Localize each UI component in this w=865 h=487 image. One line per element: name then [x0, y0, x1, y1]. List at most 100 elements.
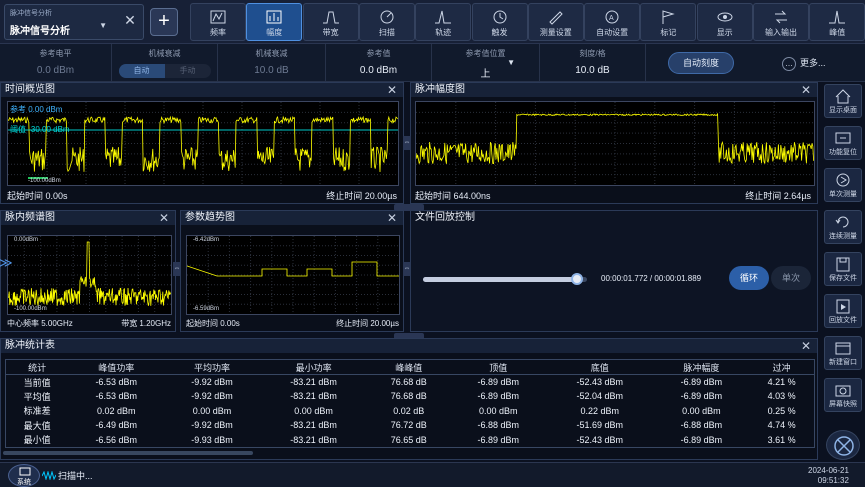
sidebar-label: 单次测量	[829, 191, 857, 198]
toolbar-button-auto[interactable]: A 自动设置	[584, 3, 641, 41]
toolbar-button-marker[interactable]: 标记	[640, 3, 697, 41]
toolbar-label: 峰值	[829, 28, 846, 37]
app-subtitle: 脉冲信号分析	[10, 10, 52, 17]
toolbar-button-meas[interactable]: 测量设置	[527, 3, 584, 41]
add-app-button[interactable]: +	[150, 8, 178, 36]
sidebar-button-screenshot[interactable]: 屏幕快照	[824, 378, 862, 412]
ref-pos-value: 上	[480, 69, 491, 80]
stats-cell: -6.49 dBm	[95, 420, 137, 431]
sidebar-button-new-window[interactable]: 新建窗口	[824, 336, 862, 370]
ref-level-cell[interactable]: 参考电平 0.0 dBm	[0, 44, 112, 82]
ref-value-cell[interactable]: 参考值 0.0 dBm	[326, 44, 432, 82]
stats-header: 脉冲统计表 ✕	[1, 339, 817, 353]
settings-icon[interactable]	[826, 430, 860, 460]
trend-top-label: -6.42dBm	[193, 237, 220, 243]
sidebar-label: 功能复位	[829, 149, 857, 156]
stats-cell: -6.89 dBm	[680, 434, 723, 445]
intra-spectrum-plot[interactable]: 0.00dBm -100.00dBm	[7, 235, 172, 315]
sidebar-button-continuous-measure[interactable]: 连续测量	[824, 210, 862, 244]
trend-trace	[186, 236, 399, 314]
close-icon[interactable]: ✕	[159, 211, 169, 225]
toolbar-button-freq[interactable]: 频率	[190, 3, 246, 41]
close-icon[interactable]: ✕	[801, 339, 811, 353]
time-overview-start: 起始时间 0.00s	[7, 191, 68, 201]
stats-cell: 平均值	[23, 391, 51, 402]
time-overview-header: 时间概览图 ✕	[1, 83, 403, 97]
scan-wave-icon	[42, 471, 56, 480]
continuous-measure-icon	[835, 216, 849, 228]
status-time: 09:51:32	[817, 476, 849, 485]
auto-scale-button[interactable]: 自动刻度	[668, 52, 734, 74]
horizontal-scrollbar[interactable]	[3, 451, 253, 455]
playback-title: 文件回放控制	[415, 212, 475, 223]
trend-plot[interactable]: -6.42dBm -6.59dBm	[186, 235, 400, 315]
system-button[interactable]: 系统	[8, 464, 40, 487]
sidebar-button-home[interactable]: 显示桌面	[824, 84, 862, 118]
playback-file-icon	[836, 299, 850, 314]
sidebar-button-single-measure[interactable]: 单次测量	[824, 168, 862, 202]
spectrum-top-label: 0.00dBm	[14, 237, 39, 243]
toolbar-button-amp[interactable]: 幅度	[246, 3, 303, 41]
ref-pos-cell[interactable]: 参考值位置 上 ▼	[432, 44, 540, 82]
sidebar-label: 连续测量	[829, 233, 857, 240]
stats-cell: 当前值	[23, 377, 51, 388]
right-sidebar: 显示桌面功能复位单次测量连续测量保存文件回放文件新建窗口屏幕快照	[822, 84, 863, 462]
sidebar-button-save[interactable]: 保存文件	[824, 252, 862, 286]
playback-slider[interactable]	[423, 273, 587, 285]
time-overview-plot[interactable]: 参考 0.00 dBm 阈值 -30.00 dBm -100.00dBm	[7, 101, 399, 186]
toolbar-button-bw[interactable]: 带宽	[302, 3, 359, 41]
more-label: 更多...	[800, 58, 826, 68]
toolbar-label: 触发	[491, 28, 508, 37]
ref-level-label: 参考电平	[39, 49, 72, 58]
stats-cell: -6.53 dBm	[95, 377, 137, 387]
system-label: 系统	[17, 479, 31, 486]
close-icon[interactable]: ✕	[801, 83, 811, 97]
mech-atten2-cell[interactable]: 机械衰减 10.0 dB	[218, 44, 326, 82]
stats-cell: -6.88 dBm	[680, 420, 723, 431]
stats-cell: -9.92 dBm	[191, 391, 233, 402]
more-button[interactable]: … 更多...	[782, 52, 840, 74]
toolbar-button-peak[interactable]: 峰值	[809, 3, 865, 41]
close-icon[interactable]: ✕	[387, 211, 397, 225]
toolbar-button-trace[interactable]: 轨迹	[415, 3, 472, 41]
table-row: 平均值 -6.53 dBm -9.92 dBm -83.21 dBm 76.68 dB -…	[6, 389, 814, 404]
splitter-handle-icon[interactable]: ⇔	[403, 136, 411, 150]
stats-cell: -6.89 dBm	[477, 377, 519, 387]
scale-cell[interactable]: 刻度/格 10.0 dB	[540, 44, 646, 82]
toolbar-button-trig[interactable]: 触发	[471, 3, 528, 41]
loop-button[interactable]: 循环	[729, 266, 769, 290]
mech-manual-option[interactable]: 手动	[165, 64, 211, 78]
mech-atten-toggle[interactable]: 自动 手动	[118, 64, 211, 78]
stats-cell: 标准差	[23, 406, 51, 417]
pulse-amp-trace	[415, 102, 814, 185]
stats-table-wrap: 统计 峰值功率 平均功率 最小功率 峰峰值 顶值 底值 脉冲幅度 过冲 当前值 -6.53 dBm…	[5, 359, 815, 448]
close-app-icon[interactable]: ✕	[120, 10, 140, 30]
mech-auto-option[interactable]: 自动	[118, 64, 165, 78]
stats-cell: -83.21 dBm	[290, 391, 337, 402]
sidebar-button-reset[interactable]: 功能复位	[824, 126, 862, 160]
pulse-amp-plot[interactable]	[415, 101, 815, 186]
stats-cell: -9.92 dBm	[191, 377, 233, 387]
amplitude-icon	[266, 10, 282, 24]
stats-cell: -83.21 dBm	[290, 420, 337, 431]
stats-cell: -6.56 dBm	[95, 434, 137, 445]
stats-header-cell: 峰峰值	[367, 360, 451, 375]
toolbar-button-io[interactable]: 输入输出	[753, 3, 809, 41]
ref-pos-dropdown-icon[interactable]: ▼	[507, 58, 515, 67]
toolbar-button-sweep[interactable]: 扫描	[358, 3, 415, 41]
sidebar-button-playback-file[interactable]: 回放文件	[824, 294, 862, 328]
status-date: 2024-06-21	[808, 466, 849, 475]
toolbar-button-display[interactable]: 显示	[696, 3, 753, 41]
trend-start: 起始时间 0.00s	[186, 319, 240, 328]
parameter-bar: 参考电平 0.0 dBm 机械衰减 自动 手动 机械衰减 10.0 dB 参考值…	[0, 44, 865, 82]
toolbar-label: 轨迹	[435, 28, 452, 37]
scale-value: 10.0 dB	[575, 65, 610, 76]
time-overview-trace	[7, 102, 398, 185]
close-icon[interactable]: ✕	[387, 83, 397, 97]
single-button[interactable]: 单次	[771, 266, 811, 290]
dropdown-arrow-icon[interactable]: ▼	[99, 21, 107, 30]
playback-slider-knob[interactable]	[571, 273, 584, 285]
toolbar-label: 标记	[660, 28, 677, 37]
expand-icon[interactable]: ≫	[0, 255, 13, 271]
spectrum-center: 中心频率 5.00GHz	[7, 319, 73, 328]
